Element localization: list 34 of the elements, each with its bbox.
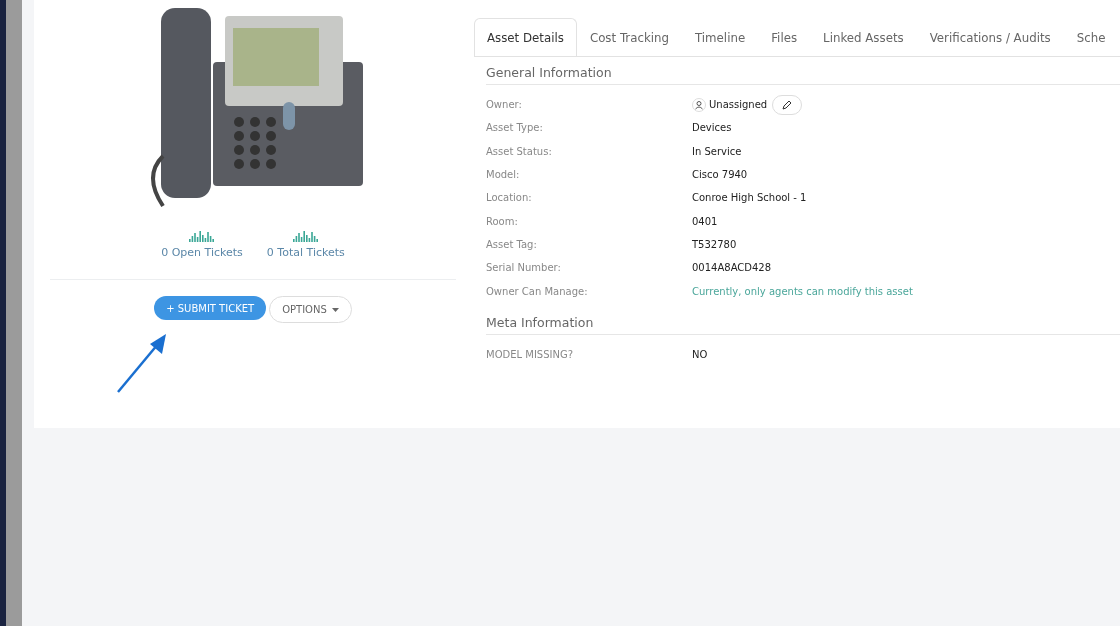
section-heading: General Information	[486, 65, 1120, 85]
field-value: Devices	[692, 122, 732, 134]
field-value: Cisco 7940	[692, 169, 748, 181]
bar-chart-icon	[292, 230, 319, 242]
ticket-count[interactable]: 0 Open Tickets	[161, 246, 243, 259]
ticket-count[interactable]: 0 Total Tickets	[266, 246, 345, 259]
field-value: Unassigned	[709, 99, 768, 111]
field-value: T532780	[692, 238, 737, 250]
field-label: Serial Number:	[486, 262, 562, 274]
field-label: Owner Can Manage:	[486, 285, 589, 297]
field-label: Asset Tag:	[486, 238, 538, 250]
field-label: Asset Status:	[486, 145, 553, 157]
field-label: Model:	[486, 169, 521, 181]
field-note: Currently, only agents can modify this asset	[692, 285, 913, 297]
bar-chart-icon	[189, 230, 215, 242]
pencil-icon	[782, 99, 793, 110]
field-label: Owner:	[486, 99, 523, 111]
submit-ticket-button[interactable]: + SUBMIT TICKET	[154, 296, 267, 320]
field-value: Conroe High School - 1	[692, 192, 807, 204]
pointer-arrow	[116, 332, 168, 394]
field-label: MODEL MISSING?	[486, 348, 575, 360]
section-heading: Meta Information	[486, 314, 1120, 335]
field-value: 0401	[692, 215, 718, 227]
field-label: Location:	[486, 192, 533, 204]
caret-icon	[331, 307, 339, 312]
field-value: 0014A8ACD428	[692, 262, 772, 274]
options-button[interactable]: OPTIONS	[269, 296, 352, 323]
tab[interactable]: Asset Details	[474, 18, 577, 56]
user-icon	[692, 97, 706, 112]
edit-button[interactable]	[772, 94, 803, 115]
field-label: Asset Type:	[486, 122, 544, 134]
field-label: Room:	[486, 215, 519, 227]
field-value: In Service	[692, 145, 742, 157]
field-value: NO	[692, 348, 708, 360]
